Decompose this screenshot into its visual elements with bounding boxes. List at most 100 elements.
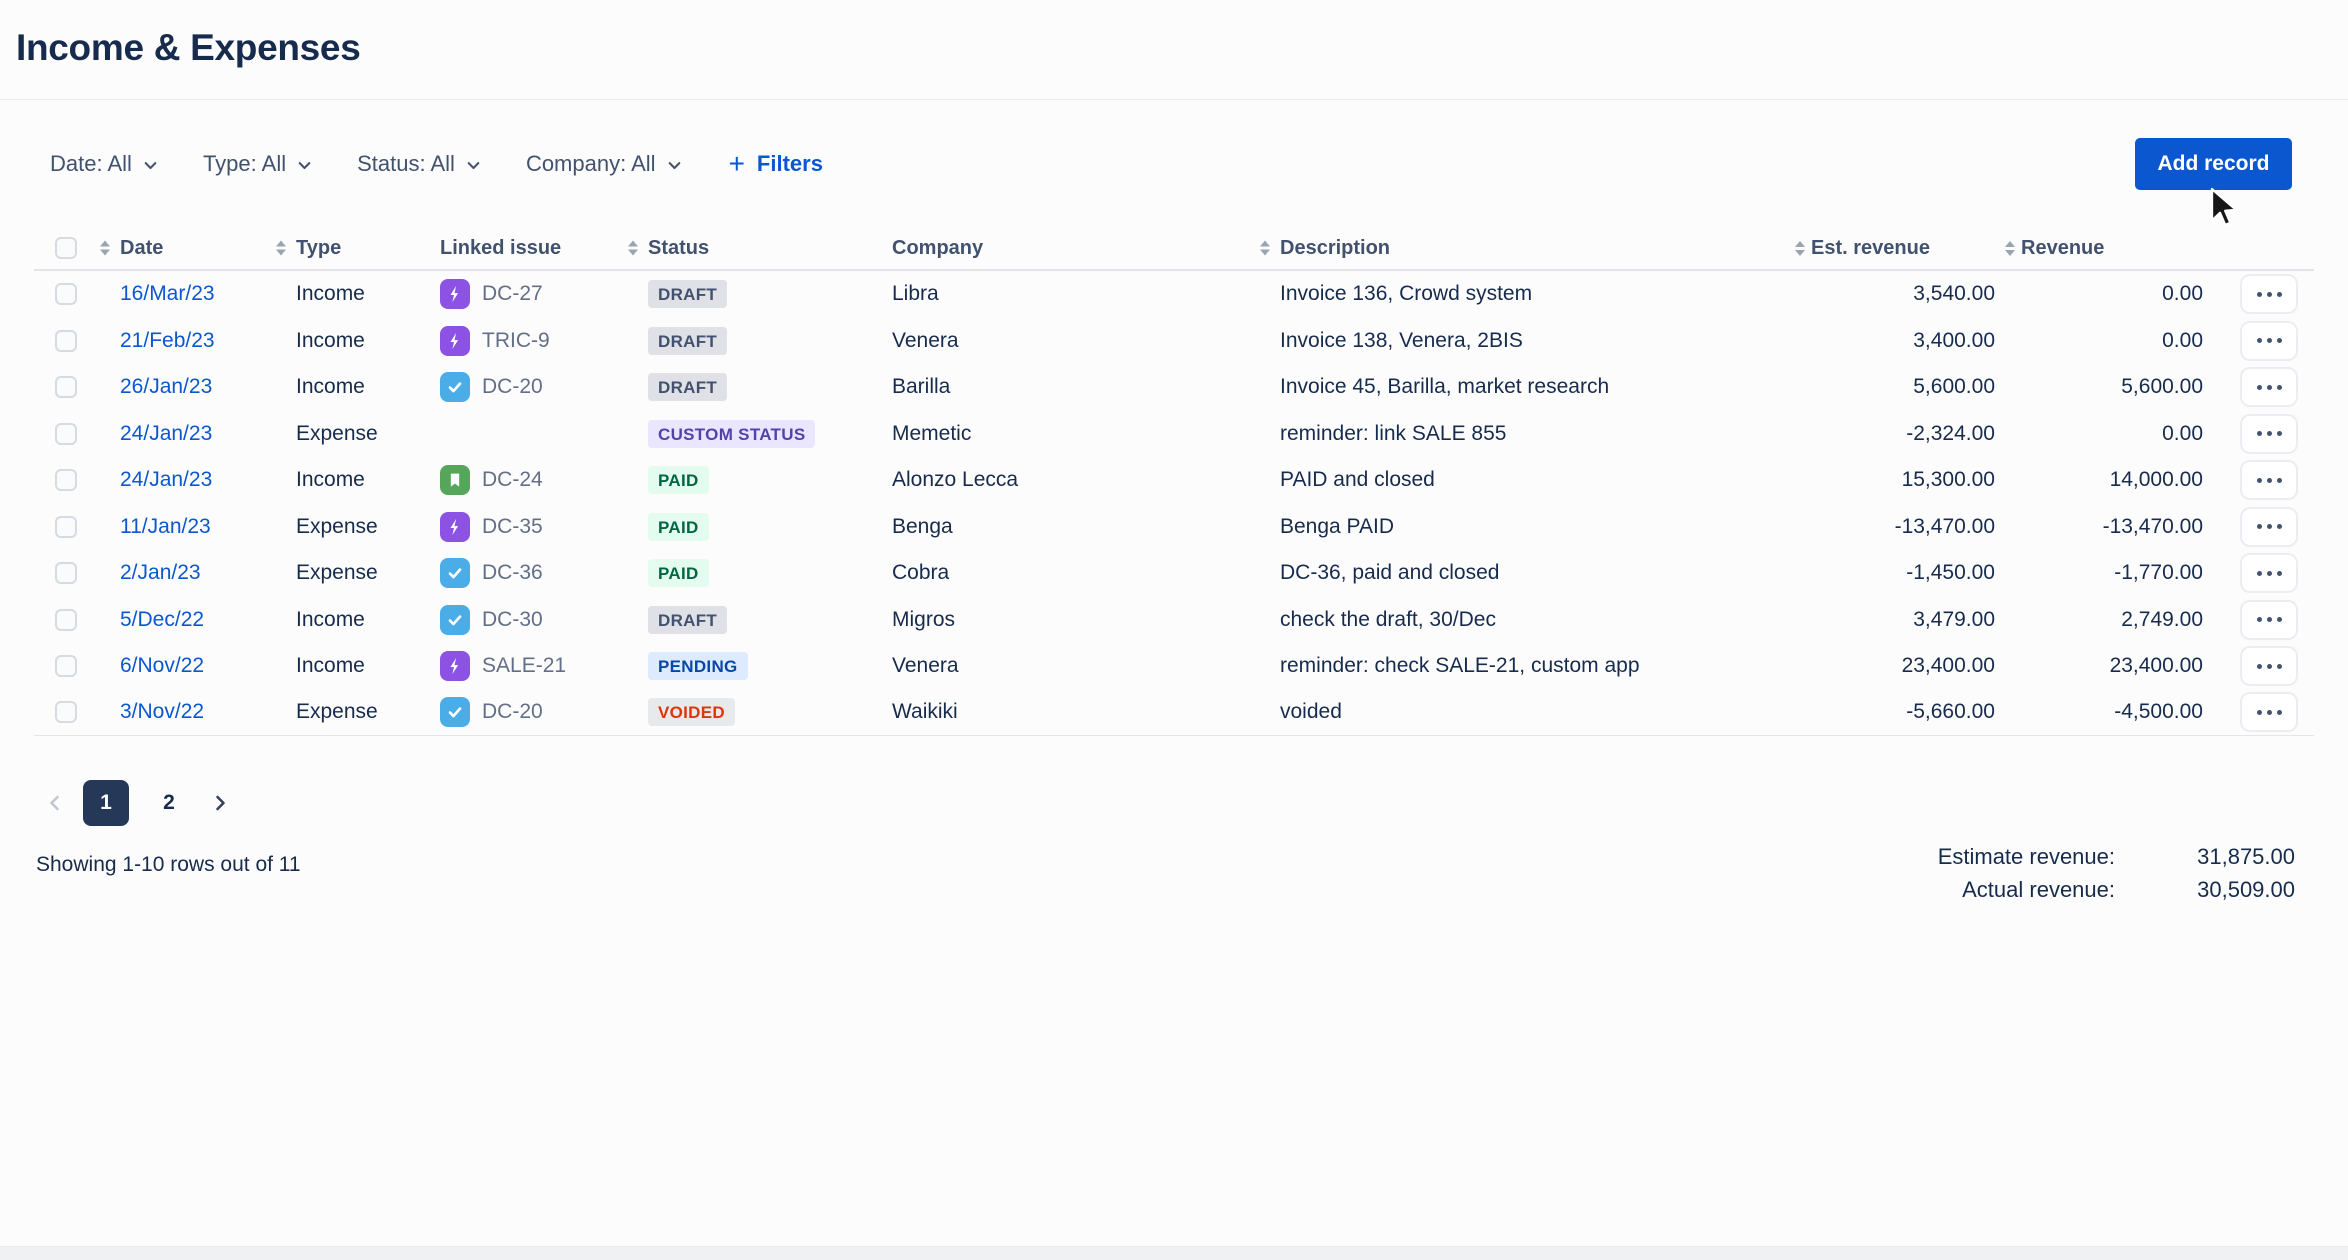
status-badge: PENDING xyxy=(648,652,748,680)
date-link[interactable]: 11/Jan/23 xyxy=(120,515,211,538)
date-link[interactable]: 21/Feb/23 xyxy=(120,329,215,352)
date-link[interactable]: 24/Jan/23 xyxy=(120,422,212,445)
column-header-description[interactable]: Description xyxy=(1280,237,1795,260)
row-checkbox[interactable] xyxy=(55,283,77,305)
row-checkbox[interactable] xyxy=(55,655,77,677)
filter-type[interactable]: Type: All xyxy=(203,151,313,177)
row-actions-button[interactable] xyxy=(2240,553,2298,593)
cell-description: Invoice 136, Crowd system xyxy=(1280,282,1795,306)
next-page-button[interactable] xyxy=(209,792,231,814)
cell-description: Benga PAID xyxy=(1280,515,1795,539)
date-link[interactable]: 16/Mar/23 xyxy=(120,282,215,305)
issue-type-icon xyxy=(440,465,470,495)
cell-company: Venera xyxy=(892,329,1280,353)
cell-revenue: -1,770.00 xyxy=(2005,561,2210,585)
date-link[interactable]: 2/Jan/23 xyxy=(120,561,201,584)
chevron-down-icon xyxy=(666,157,683,174)
row-actions-button[interactable] xyxy=(2240,460,2298,500)
toolbar: Date: All Type: All Status: All Company:… xyxy=(0,100,2348,188)
status-badge: CUSTOM STATUS xyxy=(648,420,815,448)
chevron-down-icon xyxy=(465,157,482,174)
row-actions-button[interactable] xyxy=(2240,414,2298,454)
cell-est-revenue: 15,300.00 xyxy=(1795,468,2005,492)
page-button-1[interactable]: 1 xyxy=(83,780,129,826)
row-actions-button[interactable] xyxy=(2240,507,2298,547)
table-row: 26/Jan/23 Income DC-20 DRAFT Barilla Inv… xyxy=(34,364,2314,411)
issue-type-icon xyxy=(440,372,470,402)
row-checkbox[interactable] xyxy=(55,423,77,445)
row-checkbox[interactable] xyxy=(55,469,77,491)
cell-revenue: -13,470.00 xyxy=(2005,515,2210,539)
cell-est-revenue: 3,400.00 xyxy=(1795,329,2005,353)
cell-linked-issue: DC-24 xyxy=(440,465,648,495)
table-row: 2/Jan/23 Expense DC-36 PAID Cobra DC-36,… xyxy=(34,550,2314,597)
row-checkbox[interactable] xyxy=(55,330,77,352)
issue-type-icon xyxy=(440,326,470,356)
cell-type: Income xyxy=(296,654,440,678)
issue-type-icon xyxy=(440,605,470,635)
row-actions-button[interactable] xyxy=(2240,321,2298,361)
sort-icon xyxy=(276,241,286,256)
page-button-2[interactable]: 2 xyxy=(146,780,192,826)
cell-linked-issue: DC-20 xyxy=(440,372,648,402)
previous-page-button[interactable] xyxy=(44,792,66,814)
date-link[interactable]: 24/Jan/23 xyxy=(120,468,212,491)
cell-est-revenue: 5,600.00 xyxy=(1795,375,2005,399)
sort-icon xyxy=(1260,241,1270,256)
actual-revenue-label: Actual revenue: xyxy=(1938,873,2115,906)
add-filters-button[interactable]: + Filters xyxy=(729,151,823,177)
row-actions-button[interactable] xyxy=(2240,367,2298,407)
row-checkbox[interactable] xyxy=(55,609,77,631)
cell-description: check the draft, 30/Dec xyxy=(1280,608,1795,632)
filter-company-label: Company: All xyxy=(526,151,656,177)
date-link[interactable]: 3/Nov/22 xyxy=(120,700,204,723)
issue-key: DC-30 xyxy=(482,608,543,632)
mouse-cursor xyxy=(2204,186,2242,230)
table-row: 24/Jan/23 Income DC-24 PAID Alonzo Lecca… xyxy=(34,457,2314,504)
add-filters-label: Filters xyxy=(757,151,823,177)
column-header-type[interactable]: Type xyxy=(296,237,440,260)
column-header-revenue[interactable]: Revenue xyxy=(2005,237,2210,260)
cell-est-revenue: -2,324.00 xyxy=(1795,422,2005,446)
cell-type: Income xyxy=(296,282,440,306)
row-actions-button[interactable] xyxy=(2240,692,2298,732)
row-checkbox[interactable] xyxy=(55,376,77,398)
cell-type: Income xyxy=(296,608,440,632)
issue-type-icon xyxy=(440,697,470,727)
issue-key: DC-24 xyxy=(482,468,543,492)
cell-description: Invoice 45, Barilla, market research xyxy=(1280,375,1795,399)
row-actions-button[interactable] xyxy=(2240,274,2298,314)
cell-est-revenue: 23,400.00 xyxy=(1795,654,2005,678)
select-all-checkbox[interactable] xyxy=(55,237,77,259)
chevron-down-icon xyxy=(296,157,313,174)
filter-status[interactable]: Status: All xyxy=(357,151,482,177)
add-record-button[interactable]: Add record xyxy=(2135,138,2292,190)
estimate-revenue-value: 31,875.00 xyxy=(2125,840,2295,873)
column-header-date[interactable]: Date xyxy=(120,237,296,260)
cell-revenue: 0.00 xyxy=(2005,422,2210,446)
bottom-bar xyxy=(0,1246,2348,1260)
filter-date[interactable]: Date: All xyxy=(50,151,159,177)
column-header-status[interactable]: Status xyxy=(648,237,892,260)
filter-company[interactable]: Company: All xyxy=(526,151,683,177)
sort-icon xyxy=(628,241,638,256)
row-checkbox[interactable] xyxy=(55,701,77,723)
table-row: 3/Nov/22 Expense DC-20 VOIDED Waikiki vo… xyxy=(34,690,2314,737)
row-actions-button[interactable] xyxy=(2240,600,2298,640)
date-link[interactable]: 5/Dec/22 xyxy=(120,608,204,631)
issue-key: SALE-21 xyxy=(482,654,566,678)
column-header-est-revenue[interactable]: Est. revenue xyxy=(1795,237,2005,260)
issue-type-icon xyxy=(440,651,470,681)
status-badge: DRAFT xyxy=(648,373,727,401)
row-actions-button[interactable] xyxy=(2240,646,2298,686)
cell-company: Venera xyxy=(892,654,1280,678)
row-checkbox[interactable] xyxy=(55,516,77,538)
issue-type-icon xyxy=(440,512,470,542)
records-table: Date Type Linked issue Status Company De… xyxy=(34,227,2314,736)
cell-type: Income xyxy=(296,375,440,399)
cell-company: Waikiki xyxy=(892,700,1280,724)
column-header-company: Company xyxy=(892,237,1280,260)
row-checkbox[interactable] xyxy=(55,562,77,584)
date-link[interactable]: 6/Nov/22 xyxy=(120,654,204,677)
date-link[interactable]: 26/Jan/23 xyxy=(120,375,212,398)
